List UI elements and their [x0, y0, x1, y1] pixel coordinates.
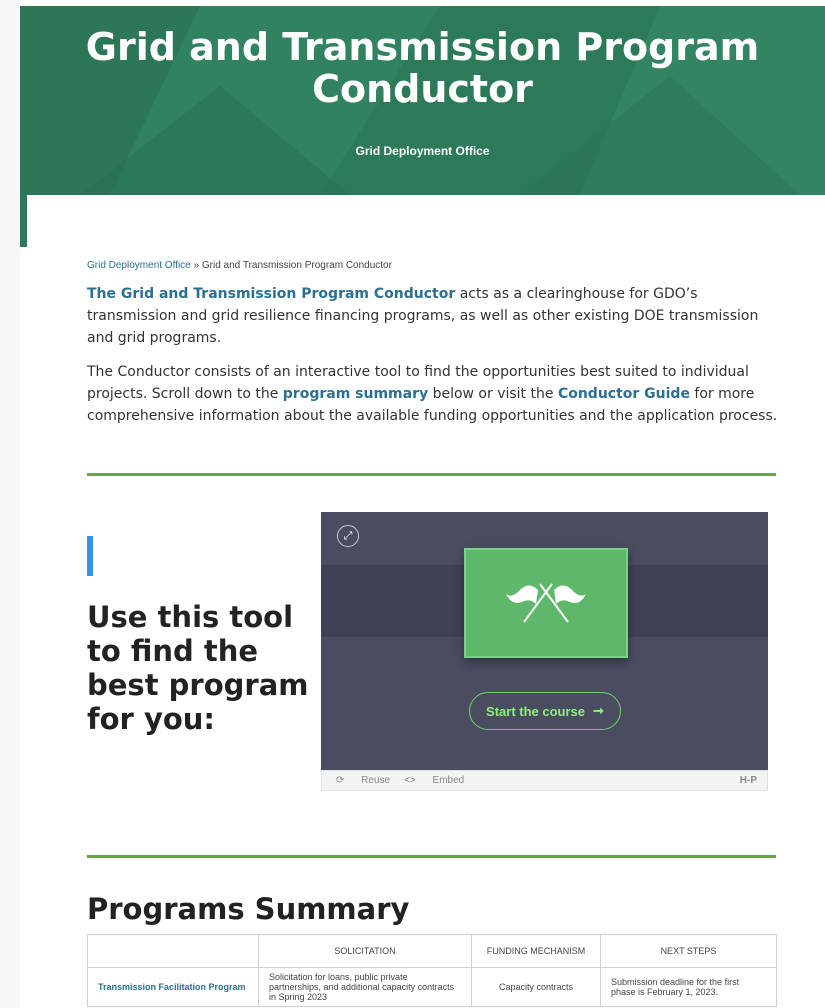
heading-accent-bar — [87, 536, 93, 576]
reuse-label: Reuse — [361, 775, 391, 786]
expand-icon[interactable]: ⤢ — [337, 525, 359, 547]
solicitation-cell: Solicitation for loans, public private p… — [258, 967, 472, 1007]
page-title: Grid and Transmission Program Conductor — [85, 25, 760, 111]
section-divider-2 — [87, 855, 776, 858]
conductor-guide-link[interactable]: Conductor Guide — [558, 386, 690, 402]
breadcrumb: Grid Deployment Office » Grid and Transm… — [87, 260, 392, 271]
section-divider — [87, 473, 776, 476]
breadcrumb-link-gdo[interactable]: Grid Deployment Office — [87, 260, 191, 271]
breadcrumb-separator: » — [193, 260, 200, 271]
col-header-solicitation: SOLICITATION — [258, 934, 472, 968]
conductor-link[interactable]: The Grid and Transmission Program Conduc… — [87, 286, 455, 302]
reuse-button[interactable]: ⟳ Reuse — [336, 775, 390, 786]
program-summary-link[interactable]: program summary — [283, 386, 428, 402]
left-rail — [0, 0, 27, 1008]
player-toolbar: ⟳ Reuse <> Embed H-P — [321, 770, 768, 791]
start-course-label: Start the course — [486, 703, 586, 719]
col-header-name — [87, 934, 259, 968]
breadcrumb-current: Grid and Transmission Program Conductor — [201, 260, 392, 271]
crossed-flags-icon — [506, 583, 586, 623]
tool-heading: Use this tool to find the best program f… — [87, 600, 309, 736]
left-rail-accent — [20, 195, 27, 247]
table-row: Transmission Facilitation Program Solici… — [87, 967, 777, 1007]
start-course-button[interactable]: Start the course ➞ — [469, 692, 621, 730]
arrow-right-icon: ➞ — [593, 703, 604, 718]
table-header-row: SOLICITATION FUNDING MECHANISM NEXT STEP… — [87, 934, 777, 968]
programs-summary-title: Programs Summary — [87, 892, 410, 926]
embed-button[interactable]: <> Embed — [404, 775, 464, 786]
office-subtitle: Grid Deployment Office — [355, 144, 490, 158]
intro-p2-mid: below or visit the — [428, 386, 558, 402]
intro-paragraph-1: The Grid and Transmission Program Conduc… — [87, 283, 782, 349]
hero-banner: Grid and Transmission Program Conductor … — [20, 6, 825, 195]
course-cover-card — [464, 548, 628, 658]
course-player[interactable]: ⤢ Start the course ➞ — [321, 512, 768, 770]
mechanism-cell: Capacity contracts — [471, 967, 601, 1007]
programs-table: SOLICITATION FUNDING MECHANISM NEXT STEP… — [87, 934, 777, 1007]
next-steps-cell: Submission deadline for the first phase … — [600, 967, 777, 1007]
intro-paragraph-2: The Conductor consists of an interactive… — [87, 361, 782, 427]
program-link[interactable]: Transmission Facilitation Program — [98, 982, 246, 992]
col-header-next-steps: NEXT STEPS — [600, 934, 777, 968]
embed-label: Embed — [432, 775, 465, 786]
col-header-funding: FUNDING MECHANISM — [471, 934, 601, 968]
h5p-logo: H-P — [739, 775, 757, 786]
